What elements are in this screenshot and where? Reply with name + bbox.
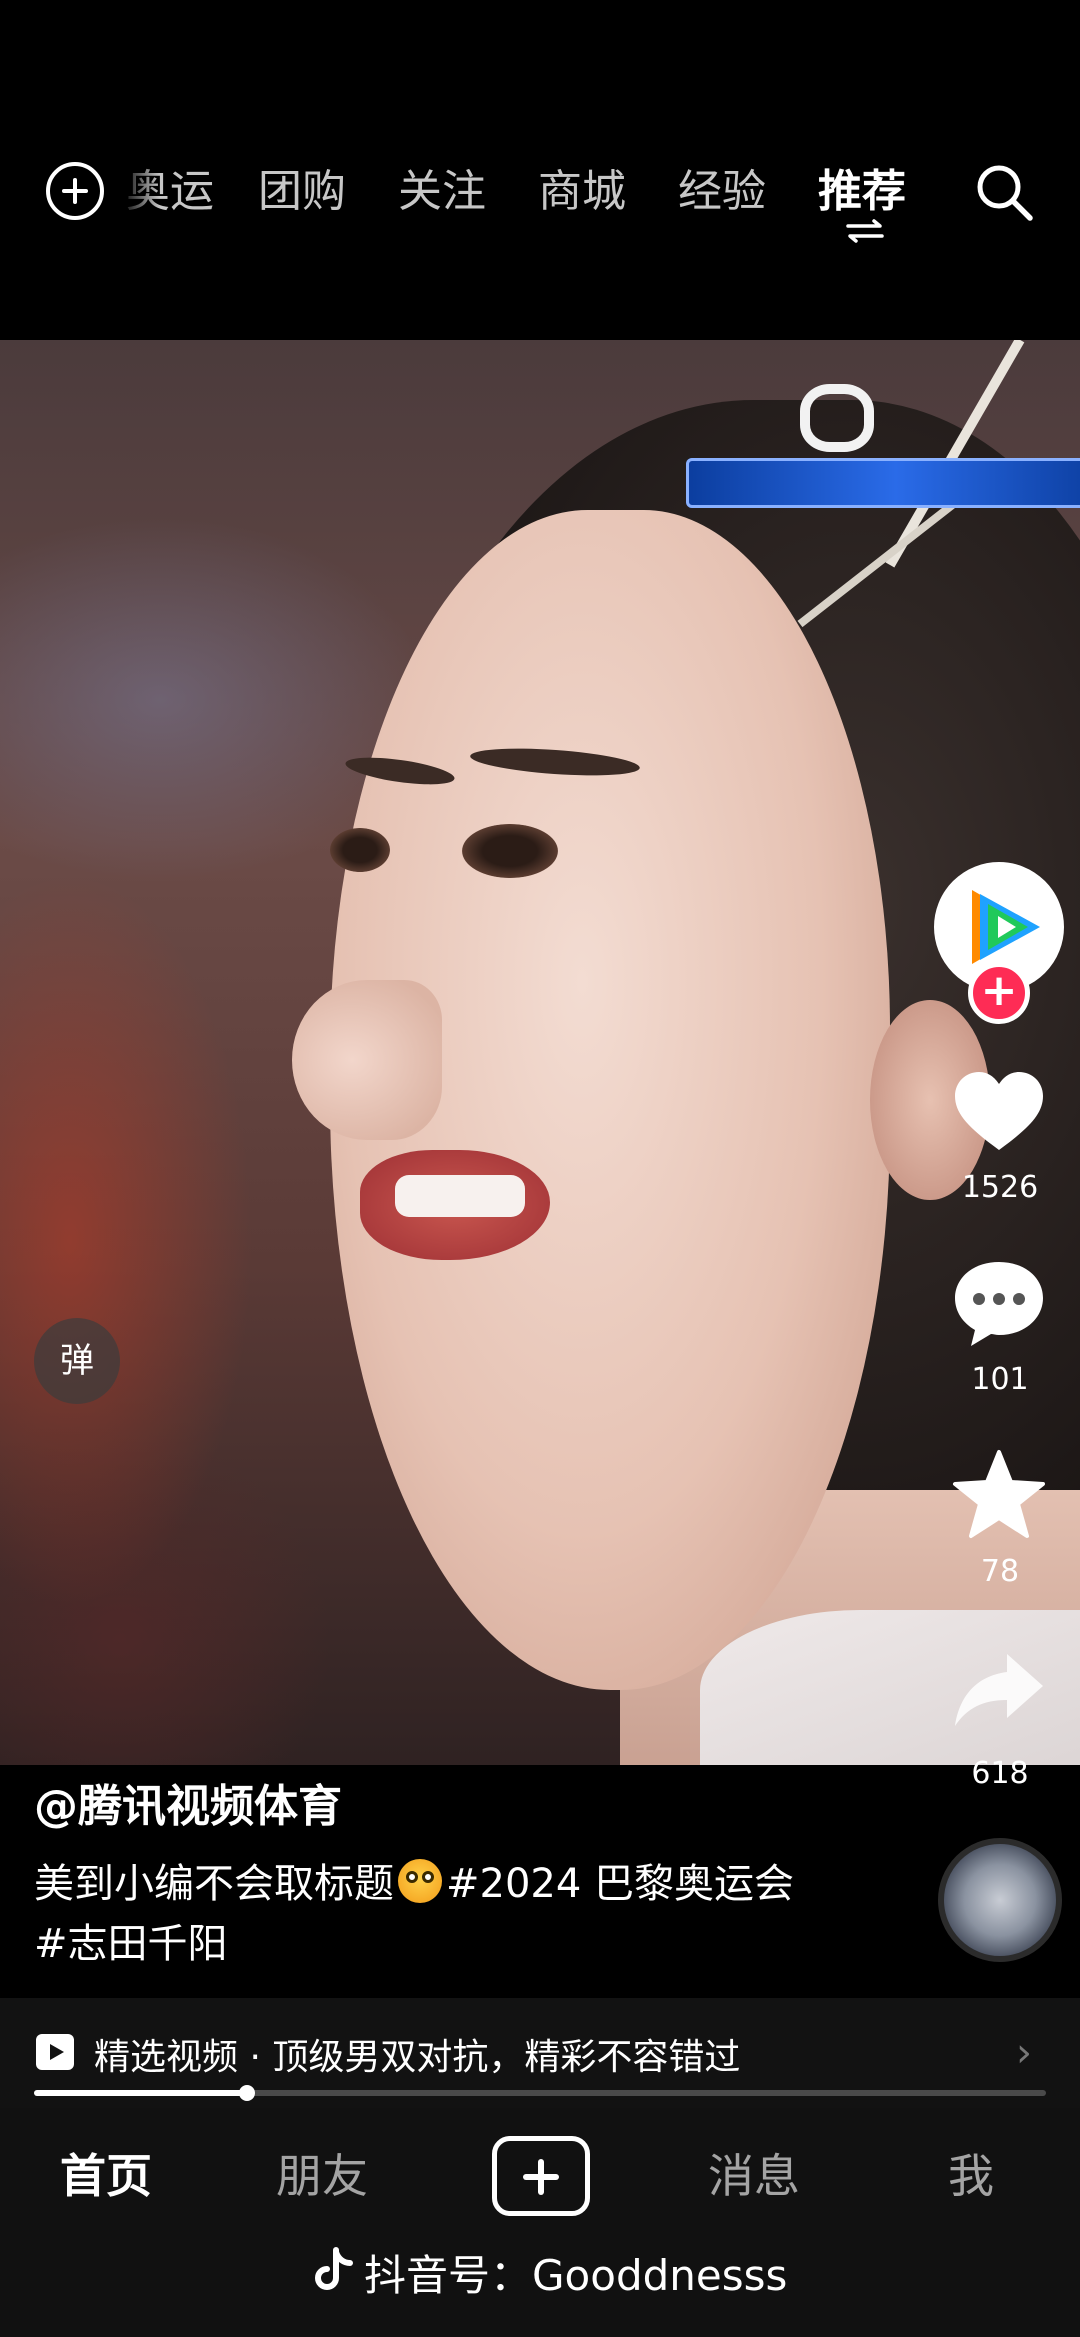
video-hairclip-shape [800, 384, 874, 452]
video-player[interactable] [0, 340, 1080, 1765]
tab-group-buy[interactable]: 团购 [258, 162, 346, 222]
video-nose-shape [292, 980, 442, 1140]
hashtag-link[interactable]: #2024 巴黎奥运会 [446, 1861, 794, 1907]
nav-messages[interactable]: 消息 [708, 2144, 800, 2208]
comment-count: 101 [971, 1362, 1029, 1397]
search-icon[interactable] [972, 160, 1036, 224]
tab-following[interactable]: 关注 [398, 162, 486, 222]
comment-bubble-icon[interactable] [949, 1252, 1049, 1352]
follow-plus-button[interactable]: + [968, 962, 1030, 1024]
description-text: 美到小编不会取标题 [34, 1861, 394, 1907]
like-heart-icon[interactable] [949, 1062, 1049, 1162]
music-disc-icon[interactable] [938, 1838, 1062, 1962]
flushed-face-emoji-icon [398, 1859, 442, 1903]
tab-mall[interactable]: 商城 [538, 162, 626, 222]
danmu-toggle-button[interactable]: 弹 [34, 1318, 120, 1404]
nav-home[interactable]: 首页 [60, 2144, 152, 2208]
recommendation-text[interactable]: 精选视频 · 顶级男双对抗，精彩不容错过 [94, 2028, 740, 2080]
swap-icon [846, 219, 884, 243]
like-count: 1526 [961, 1170, 1039, 1205]
post-description: 美到小编不会取标题 #2024 巴黎奥运会 #志田千阳 [34, 1854, 914, 1974]
nav-me[interactable]: 我 [948, 2144, 994, 2208]
video-eye-right [462, 824, 558, 878]
chevron-right-icon[interactable]: › [1016, 2030, 1032, 2076]
add-circle-icon[interactable] [46, 162, 104, 220]
video-teeth-shape [395, 1175, 525, 1217]
video-scoreboard-overlay [686, 458, 1080, 508]
hashtag-link[interactable]: #志田千阳 [34, 1914, 914, 1974]
favorite-count: 78 [980, 1554, 1020, 1589]
share-arrow-icon[interactable] [949, 1640, 1049, 1740]
video-collection-icon [36, 2034, 74, 2070]
video-eye-left [330, 828, 390, 872]
author-name[interactable]: @腾讯视频体育 [34, 1770, 342, 1834]
video-progress-fill [34, 2090, 247, 2096]
tab-fade-overlay [120, 150, 160, 230]
share-count: 618 [971, 1756, 1029, 1791]
favorite-star-icon[interactable] [949, 1446, 1049, 1546]
video-progress-handle[interactable] [239, 2085, 255, 2101]
douyin-id-watermark: 抖音号：Gooddnesss [364, 2251, 788, 2300]
nav-friends[interactable]: 朋友 [276, 2144, 368, 2208]
douyin-logo-icon [315, 2247, 353, 2290]
tab-experience[interactable]: 经验 [678, 162, 766, 222]
tab-recommend[interactable]: 推荐 [818, 162, 906, 222]
create-post-button[interactable] [492, 2136, 590, 2216]
